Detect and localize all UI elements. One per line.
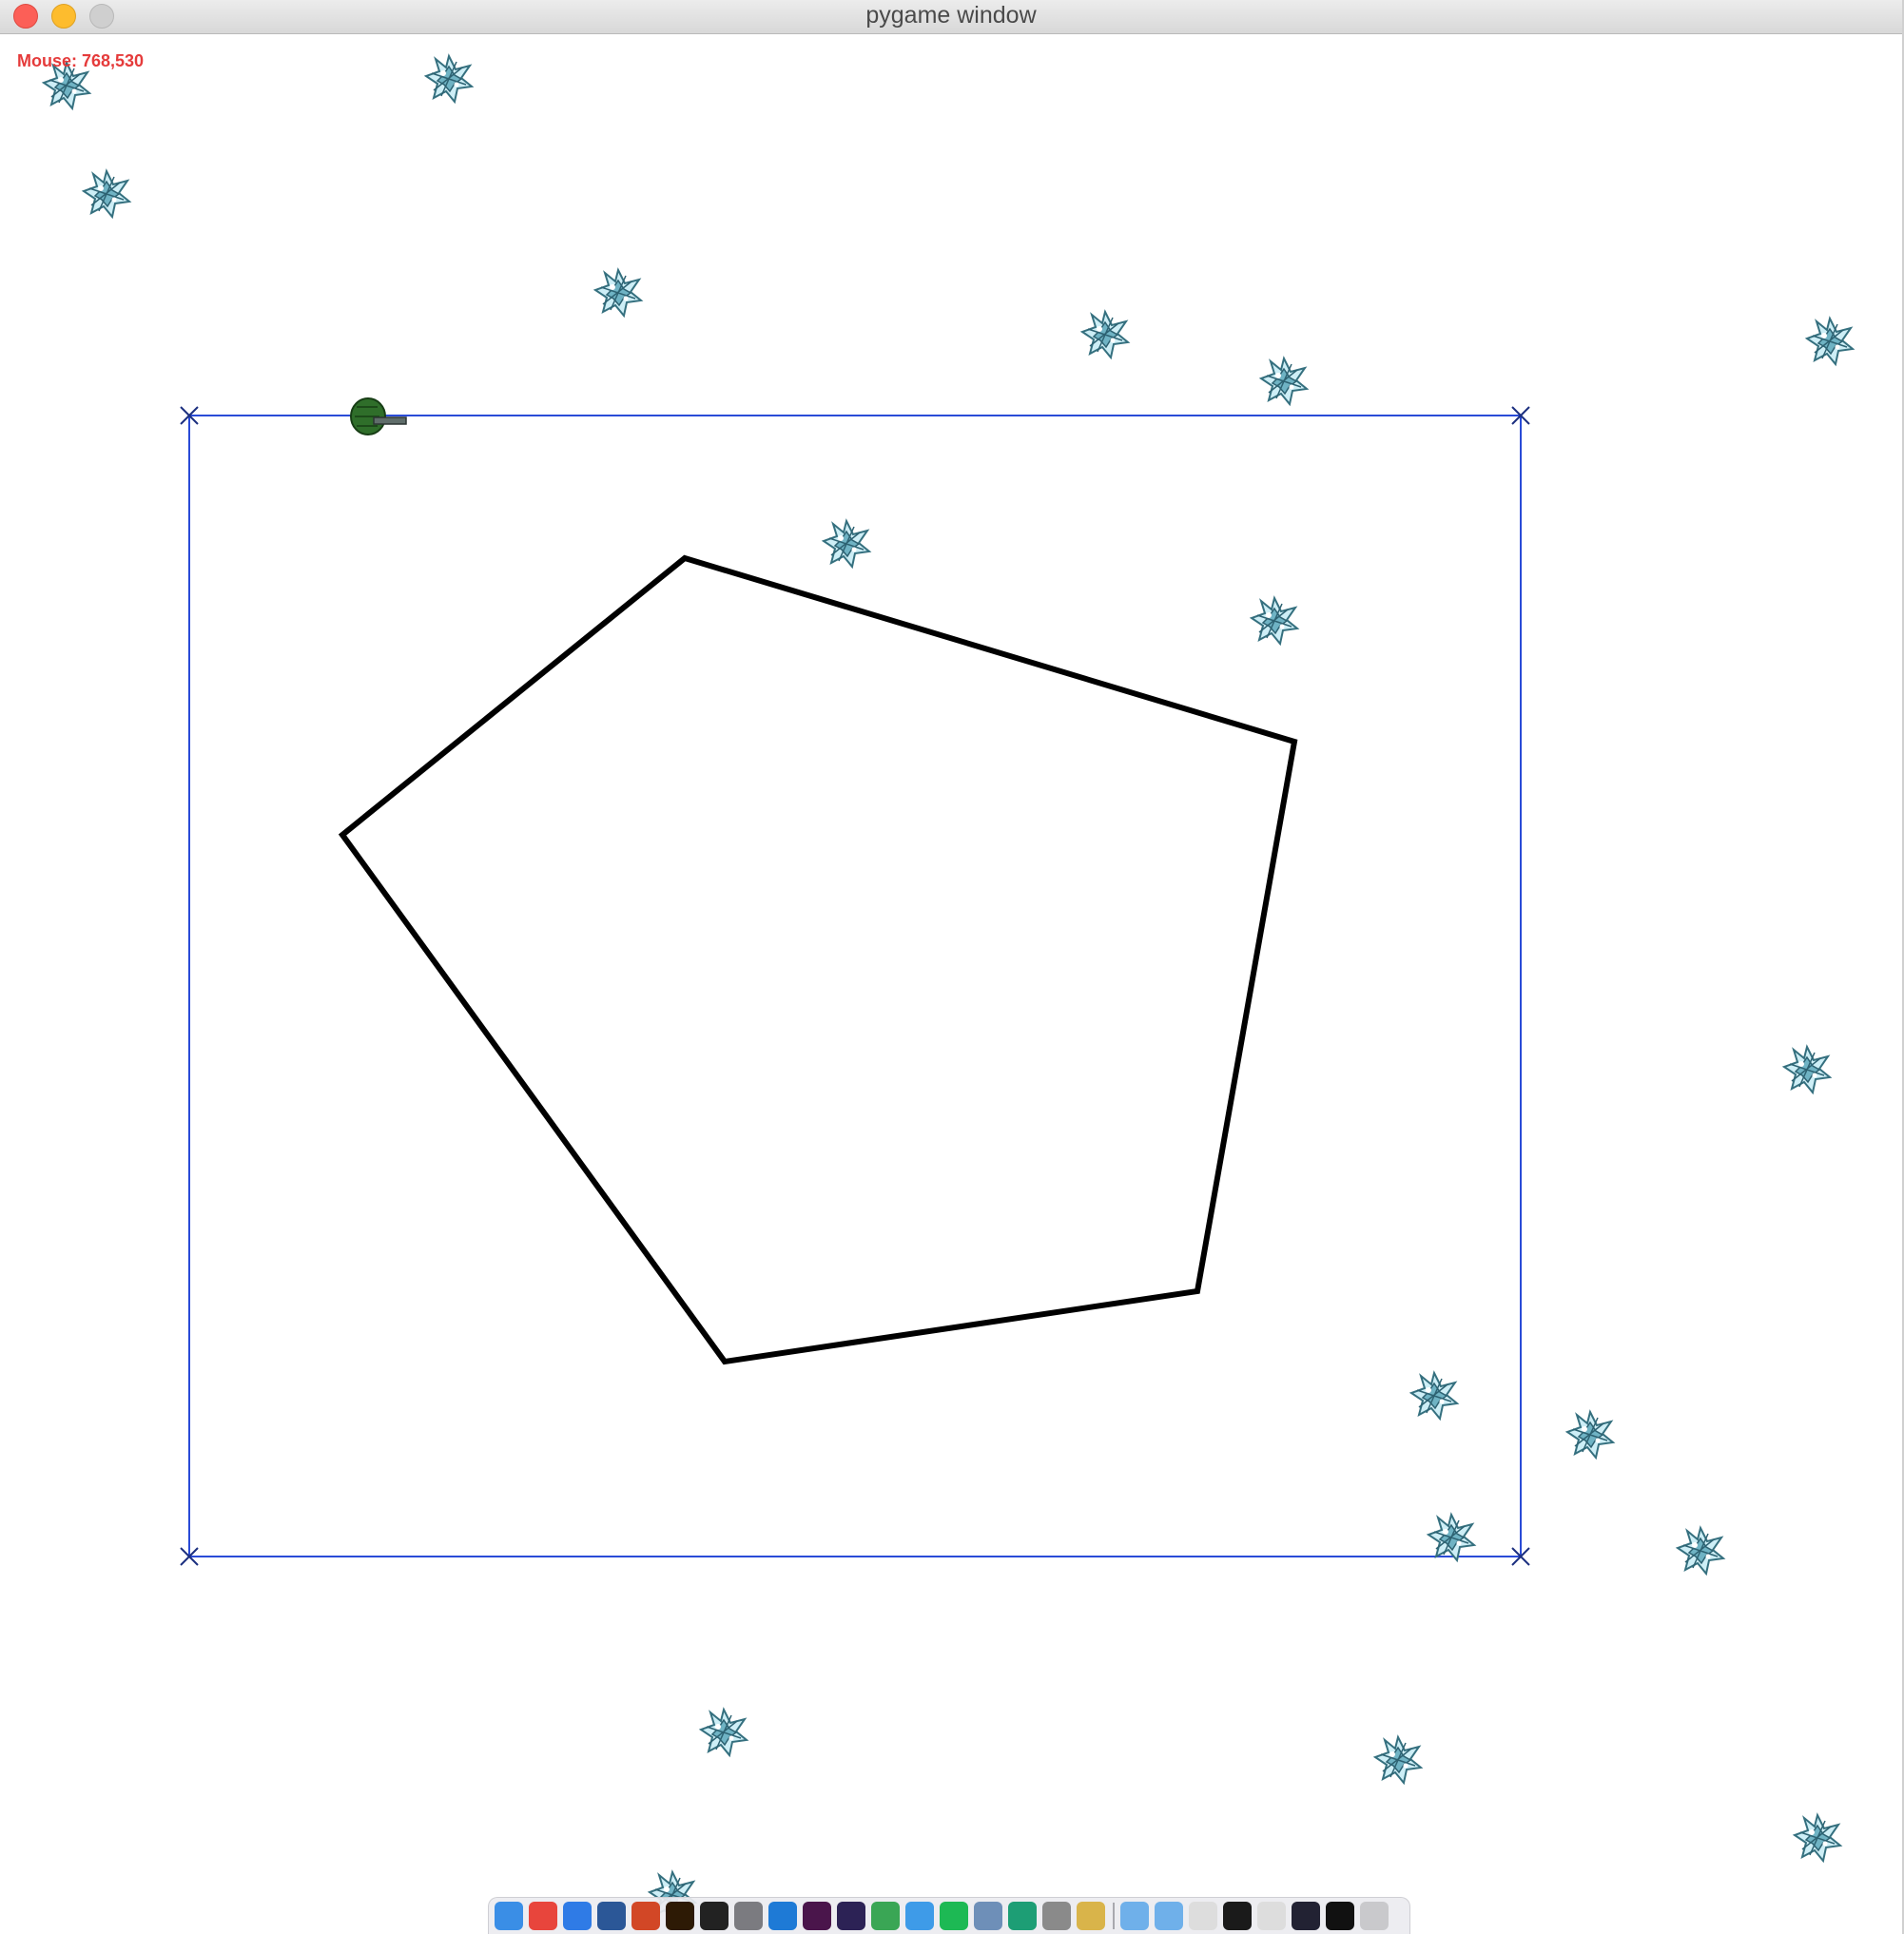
applications-folder-icon[interactable]	[1120, 1902, 1149, 1930]
trash-icon[interactable]	[1360, 1902, 1389, 1930]
ice-crystal-icon	[1260, 358, 1308, 405]
ice-crystal-icon	[1410, 1372, 1458, 1420]
word-icon[interactable]	[597, 1902, 626, 1930]
ice-crystals	[43, 55, 1854, 1919]
system-preferences-icon[interactable]	[734, 1902, 763, 1930]
chrome-icon[interactable]	[529, 1902, 557, 1930]
ice-crystal-icon	[1374, 1736, 1422, 1784]
vscode-insiders-icon[interactable]	[1008, 1902, 1037, 1930]
terminal-icon[interactable]	[700, 1902, 729, 1930]
window-thumbnail-icon[interactable]	[1189, 1902, 1217, 1930]
utility-icon[interactable]	[1042, 1902, 1071, 1930]
preview-icon[interactable]	[974, 1902, 1002, 1930]
finder-icon[interactable]	[495, 1902, 523, 1930]
ice-crystal-icon	[83, 170, 130, 218]
eclipse-icon[interactable]	[837, 1902, 865, 1930]
slack-icon[interactable]	[803, 1902, 831, 1930]
ice-crystal-icon	[1794, 1814, 1841, 1862]
powerpoint-icon[interactable]	[631, 1902, 660, 1930]
ice-crystal-icon	[425, 55, 473, 103]
safari-icon[interactable]	[563, 1902, 592, 1930]
ice-crystal-icon	[1783, 1046, 1831, 1093]
ice-crystal-icon	[1566, 1411, 1614, 1459]
ice-crystal-icon	[823, 520, 870, 568]
pentagon-obstacle	[338, 554, 1298, 1365]
ice-crystal-icon	[1081, 311, 1129, 358]
pygame-window: pygame window Mouse: 768,530	[0, 0, 1904, 1934]
window-thumbnail-icon[interactable]	[1292, 1902, 1320, 1930]
dock-separator	[1113, 1903, 1115, 1929]
illustrator-icon[interactable]	[666, 1902, 694, 1930]
documents-folder-icon[interactable]	[1155, 1902, 1183, 1930]
spotify-icon[interactable]	[940, 1902, 968, 1930]
cyberduck-icon[interactable]	[1077, 1902, 1105, 1930]
window-thumbnail-icon[interactable]	[1257, 1902, 1286, 1930]
ice-crystal-icon	[1677, 1527, 1724, 1575]
window-thumbnail-icon[interactable]	[1223, 1902, 1252, 1930]
macos-dock	[488, 1897, 1410, 1934]
sourcetree-icon[interactable]	[871, 1902, 900, 1930]
ice-crystal-icon	[1251, 597, 1298, 645]
play-area-boundary	[180, 406, 1530, 1566]
game-canvas[interactable]	[0, 0, 1902, 1934]
ice-crystal-icon	[1428, 1514, 1475, 1561]
ice-crystal-icon	[594, 269, 642, 317]
vscode-icon[interactable]	[768, 1902, 797, 1930]
messenger-icon[interactable]	[905, 1902, 934, 1930]
mouse-coordinates-readout: Mouse: 768,530	[17, 51, 145, 70]
ice-crystal-icon	[700, 1709, 748, 1756]
window-thumbnail-icon[interactable]	[1326, 1902, 1354, 1930]
ice-crystal-icon	[1806, 318, 1854, 365]
